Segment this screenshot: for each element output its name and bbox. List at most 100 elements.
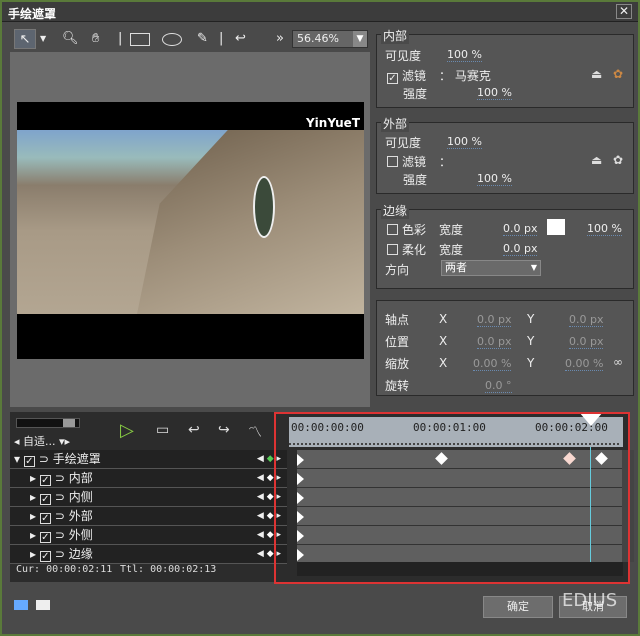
track-checkbox[interactable]: ✓ xyxy=(40,513,51,524)
window-title: 手绘遮罩 xyxy=(8,5,56,22)
outer-strength-field[interactable]: 100 % xyxy=(477,172,512,186)
edge-width-field[interactable]: 0.0 px xyxy=(503,222,537,236)
preview-area[interactable]: YinYueT xyxy=(10,52,370,407)
edge-opacity-field[interactable]: 100 % xyxy=(587,222,622,236)
soft-width-field[interactable]: 0.0 px xyxy=(503,242,537,256)
inner-strength-field[interactable]: 100 % xyxy=(477,86,512,100)
track-checkbox[interactable]: ✓ xyxy=(40,551,51,562)
track-row[interactable]: ▸ ✓⊃ 外侧◀ ◆ ▸ xyxy=(10,526,287,545)
hill-image xyxy=(137,130,364,314)
track-checkbox[interactable]: ✓ xyxy=(40,475,51,486)
loop-icon: ⊃ xyxy=(55,528,65,542)
graph-icon[interactable]: 〽 xyxy=(248,422,262,442)
hand-tool-icon[interactable]: ✋︎ xyxy=(92,29,99,49)
track-checkbox[interactable]: ✓ xyxy=(24,456,35,467)
zoom-value: 56.46% xyxy=(297,32,339,45)
track-label: 手绘遮罩 xyxy=(53,452,101,466)
undo-icon[interactable]: ↩ xyxy=(188,422,200,438)
watermark: EDIUS xyxy=(562,590,617,611)
y-label: Y xyxy=(527,334,534,348)
redo-icon[interactable]: ↪ xyxy=(218,422,230,438)
zoom-select[interactable]: 56.46% ▼ xyxy=(292,30,368,48)
expand-icon[interactable]: ▸ xyxy=(30,547,36,561)
edge-color-checkbox[interactable]: 色彩 xyxy=(387,221,426,238)
filter-select-icon[interactable]: ✿ xyxy=(613,67,623,81)
zoom-tool-icon[interactable]: 🔍︎ xyxy=(62,29,79,49)
chevron-down-icon: ▼ xyxy=(353,31,367,47)
ok-button[interactable]: 确定 xyxy=(483,596,553,618)
track-row[interactable]: ▸ ✓⊃ 边缘◀ ◆ ▸ xyxy=(10,545,287,564)
visibility-label: 可见度 xyxy=(385,134,421,151)
pen-tool-icon[interactable]: ✎ xyxy=(197,29,208,49)
pivot-y-field[interactable]: 0.0 px xyxy=(569,313,603,327)
direction-select[interactable]: 两者▼ xyxy=(441,260,541,276)
preview-icon[interactable]: ▭ xyxy=(156,422,169,438)
expand-icon[interactable]: ▸ xyxy=(30,509,36,523)
outer-visibility-field[interactable]: 100 % xyxy=(447,135,482,149)
rectangle-tool-icon[interactable] xyxy=(130,33,150,46)
expand-icon[interactable]: ▾ xyxy=(14,452,20,466)
strength-label: 强度 xyxy=(403,171,427,188)
position-y-field[interactable]: 0.0 px xyxy=(569,335,603,349)
visibility-label: 可见度 xyxy=(385,47,421,64)
x-label: X xyxy=(439,312,447,326)
zoom-slider[interactable] xyxy=(16,418,80,428)
ellipse-tool-icon[interactable] xyxy=(162,33,182,46)
loop-icon: ⊃ xyxy=(55,547,65,561)
y-label: Y xyxy=(527,312,534,326)
track-checkbox[interactable]: ✓ xyxy=(40,494,51,505)
outer-panel: 外部 可见度 100 % 滤镜 ： ⏏ ✿ 强度 100 % xyxy=(376,122,634,194)
layout-icon[interactable] xyxy=(36,600,50,610)
x-label: X xyxy=(439,356,447,370)
expand-icon[interactable]: ▸ xyxy=(30,471,36,485)
track-label: 内侧 xyxy=(69,490,93,504)
edge-panel: 边缘 色彩 宽度 0.0 px 100 % 柔化 宽度 0.0 px 方向 两者… xyxy=(376,209,634,289)
filter-settings-icon[interactable]: ⏏ xyxy=(591,153,602,167)
inner-filter-checkbox[interactable]: ✓滤镜 xyxy=(387,67,426,84)
track-label: 外部 xyxy=(69,509,93,523)
link-icon[interactable]: ∞ xyxy=(613,355,623,369)
track-checkbox[interactable]: ✓ xyxy=(40,532,51,543)
layout-icon[interactable] xyxy=(14,600,28,610)
filter-select-icon[interactable]: ✿ xyxy=(613,153,623,167)
pivot-x-field[interactable]: 0.0 px xyxy=(477,313,511,327)
track-row[interactable]: ▾ ✓⊃ 手绘遮罩◀ ◆ ▸ xyxy=(10,450,287,469)
track-label: 边缘 xyxy=(69,547,93,561)
direction-value: 两者 xyxy=(445,261,467,274)
undo-icon[interactable]: ↩ xyxy=(235,29,246,49)
loop-icon: ⊃ xyxy=(55,471,65,485)
outer-filter-checkbox[interactable]: 滤镜 xyxy=(387,153,426,170)
select-tool-icon[interactable]: ↖ xyxy=(14,29,36,49)
transform-panel: 轴点 位置 缩放 旋转 X 0.0 px Y 0.0 px X 0.0 px Y… xyxy=(376,300,634,396)
inner-visibility-field[interactable]: 100 % xyxy=(447,48,482,62)
play-icon[interactable]: ▷ xyxy=(120,420,134,441)
inner-panel: 内部 可见度 100 % ✓滤镜 ： 马赛克 ⏏ ✿ 强度 100 % xyxy=(376,34,634,108)
chevron-down-icon[interactable]: ▼ xyxy=(40,29,46,49)
expand-icon[interactable]: » xyxy=(276,29,284,49)
expand-icon[interactable]: ▸ xyxy=(30,490,36,504)
y-label: Y xyxy=(527,356,534,370)
close-button[interactable]: ✕ xyxy=(616,4,632,19)
edge-soft-checkbox[interactable]: 柔化 xyxy=(387,241,426,258)
color-swatch[interactable] xyxy=(547,219,565,235)
track-row[interactable]: ▸ ✓⊃ 内侧◀ ◆ ▸ xyxy=(10,488,287,507)
width-label: 宽度 xyxy=(439,241,463,258)
expand-icon[interactable]: ▸ xyxy=(30,528,36,542)
track-row[interactable]: ▸ ✓⊃ 外部◀ ◆ ▸ xyxy=(10,507,287,526)
edge-title: 边缘 xyxy=(381,202,409,219)
mask-ellipse[interactable] xyxy=(253,176,275,238)
rotate-field[interactable]: 0.0 ° xyxy=(485,379,512,393)
scale-y-field[interactable]: 0.00 % xyxy=(565,357,603,371)
loop-icon: ⊃ xyxy=(55,490,65,504)
inner-title: 内部 xyxy=(381,27,409,44)
scale-x-field[interactable]: 0.00 % xyxy=(473,357,511,371)
separator: | xyxy=(219,29,223,49)
track-label: 内部 xyxy=(69,471,93,485)
outer-title: 外部 xyxy=(381,115,409,132)
track-row[interactable]: ▸ ✓⊃ 内部◀ ◆ ▸ xyxy=(10,469,287,488)
rotate-label: 旋转 xyxy=(385,377,409,394)
position-x-field[interactable]: 0.0 px xyxy=(477,335,511,349)
filter-settings-icon[interactable]: ⏏ xyxy=(591,67,602,81)
loop-icon: ⊃ xyxy=(39,452,49,466)
fit-select[interactable]: ◂ 自适... ▾▸ xyxy=(14,433,70,449)
